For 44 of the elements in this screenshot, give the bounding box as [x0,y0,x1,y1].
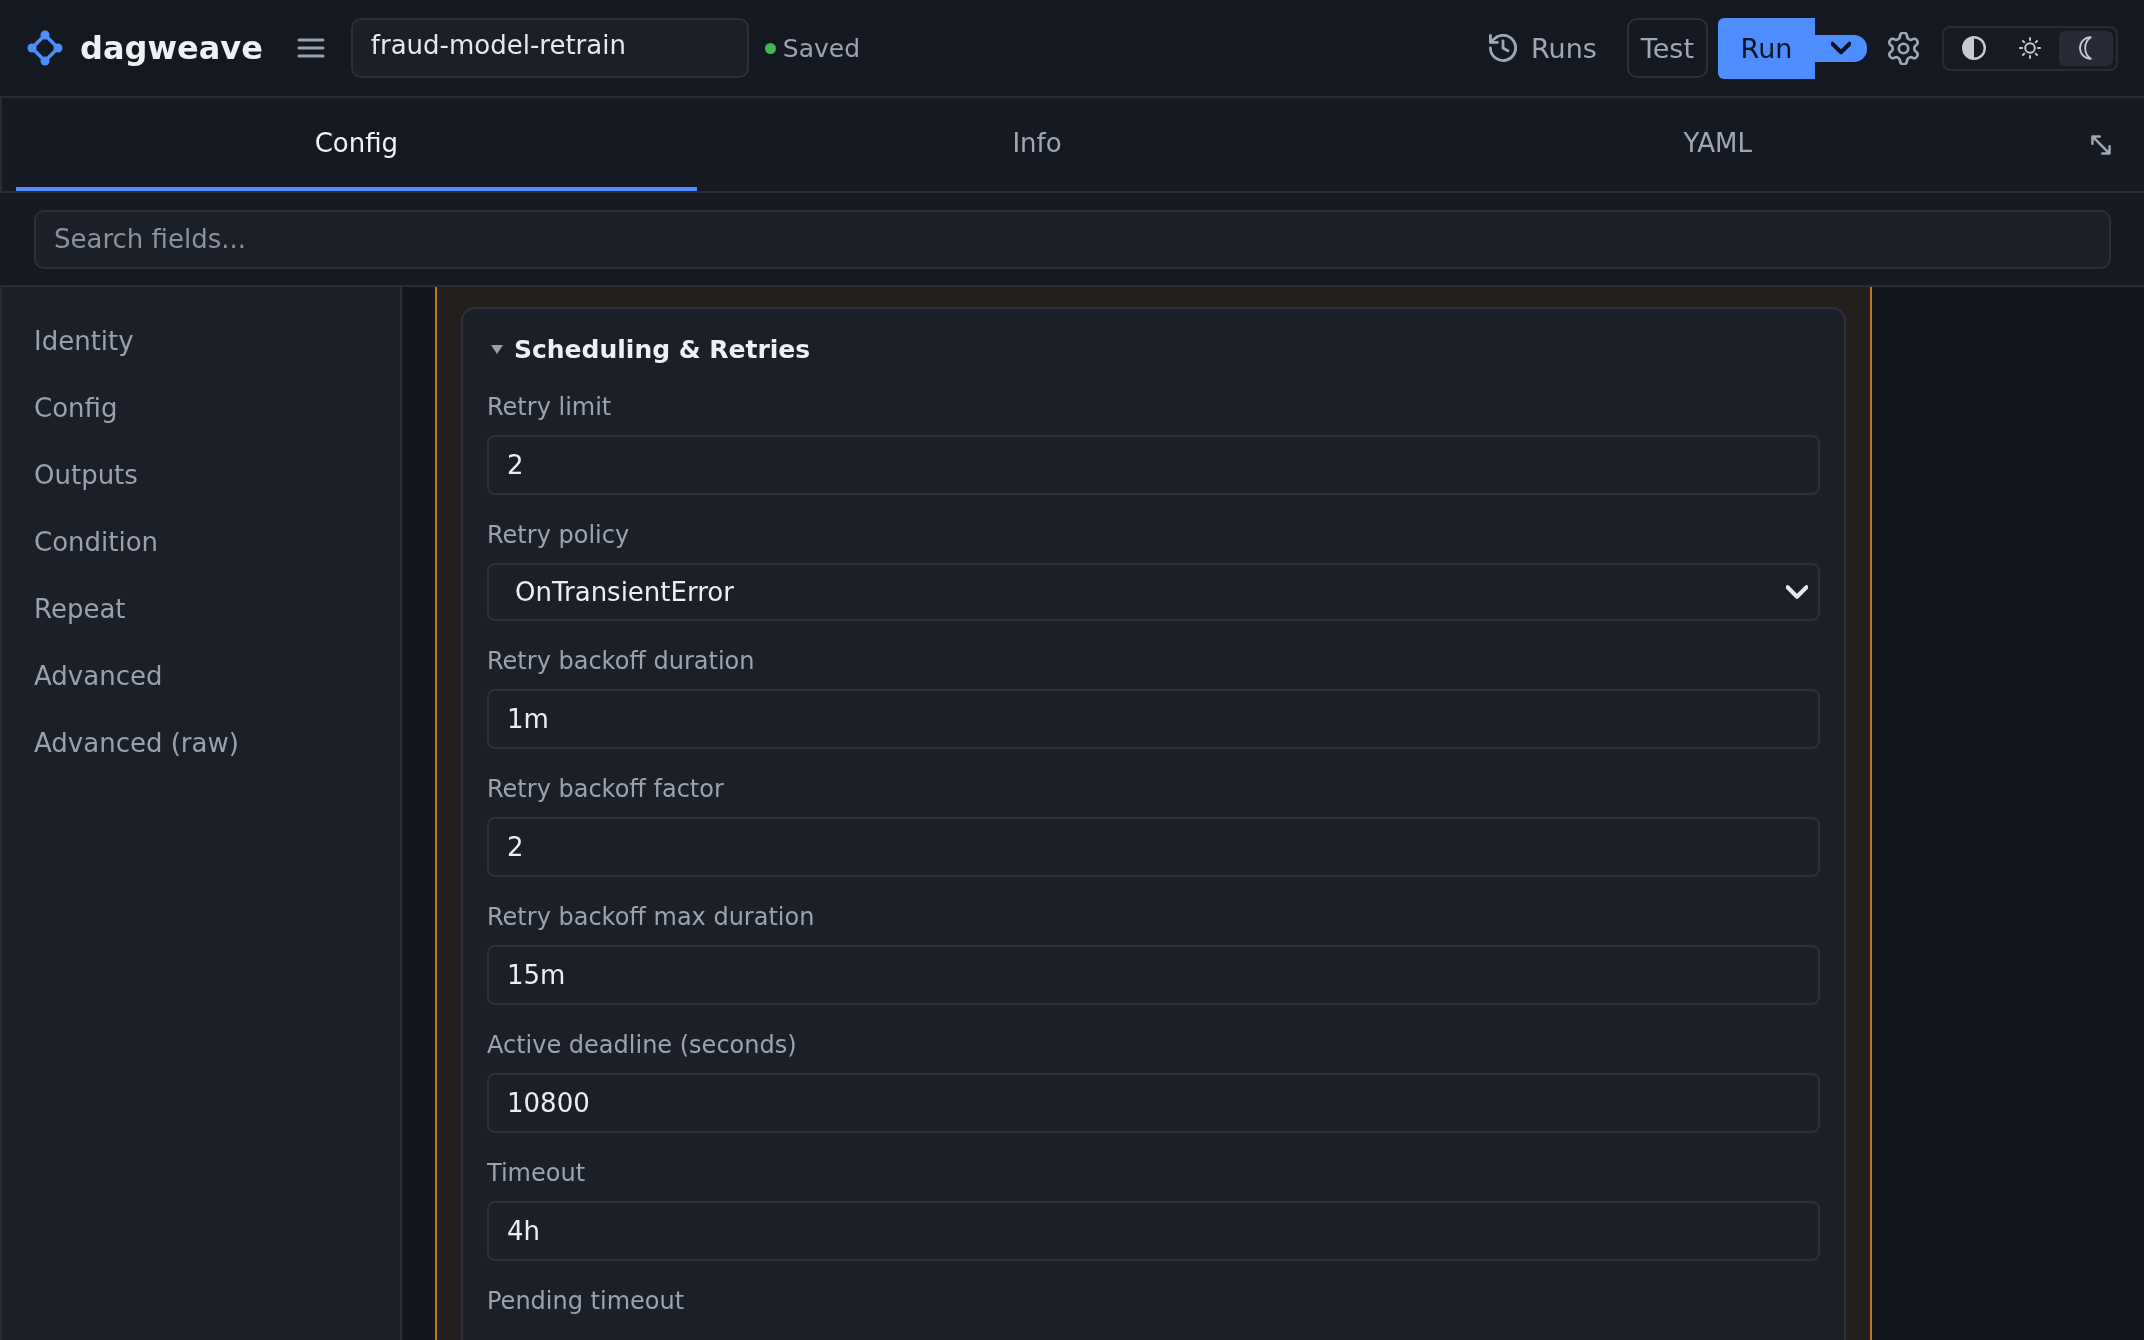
runs-button[interactable]: Runs [1489,32,1597,64]
field-label: Active deadline (seconds) [487,1030,798,1060]
text-field[interactable]: 1m [487,689,1820,749]
field-label: Retry limit [487,392,613,422]
expand-icon [2090,133,2112,156]
settings-icon [1887,31,1920,65]
logo-icon [27,30,63,66]
caret-icon[interactable] [491,344,503,354]
sidebar-item[interactable]: Config [2,374,400,441]
sidebar-item[interactable]: Advanced [2,642,400,709]
history-icon [1489,34,1517,62]
field-label: Retry backoff duration [487,646,756,676]
workflow-name-field[interactable]: fraud-model-retrain [350,18,749,78]
sidebar-item[interactable]: Outputs [2,441,400,508]
field-label: Pending timeout [487,1286,686,1316]
text-field[interactable]: 4h [487,1201,1820,1261]
brand-name: dagweave [80,29,263,67]
field-label: Timeout [487,1158,587,1188]
sidebar-item[interactable]: Advanced (raw) [2,709,400,776]
settings-button[interactable] [1887,31,1920,65]
theme-option-button[interactable] [2059,30,2113,66]
text-field[interactable]: 15m [487,945,1820,1005]
status-dot-icon [764,42,776,54]
run-options-button[interactable] [1815,34,1867,62]
text-field[interactable]: 2 [487,435,1820,495]
text-field[interactable]: 10800 [487,1073,1820,1133]
save-status: Saved [782,33,861,63]
dropdown-field[interactable]: OnTransientError [487,563,1820,621]
sun-icon [2018,36,2042,60]
search-field[interactable]: Search fields... [34,209,2111,269]
field-label: Retry backoff max duration [487,902,816,932]
test-button[interactable]: Test [1626,18,1708,78]
field-label: Retry backoff factor [487,774,725,804]
menu-icon [296,37,325,59]
contrast-icon [1962,36,1986,60]
sidebar-item[interactable]: Condition [2,508,400,575]
sidebar-item[interactable]: Identity [2,307,400,374]
section-title: Scheduling & Retries [514,334,811,364]
field-label: Retry policy [487,520,631,550]
run-button[interactable]: Run [1718,17,1815,79]
tab[interactable]: Info [696,98,1378,191]
sidebar-item[interactable]: Repeat [2,575,400,642]
tab[interactable]: YAML [1377,98,2058,191]
text-field[interactable]: 2 [487,817,1820,877]
